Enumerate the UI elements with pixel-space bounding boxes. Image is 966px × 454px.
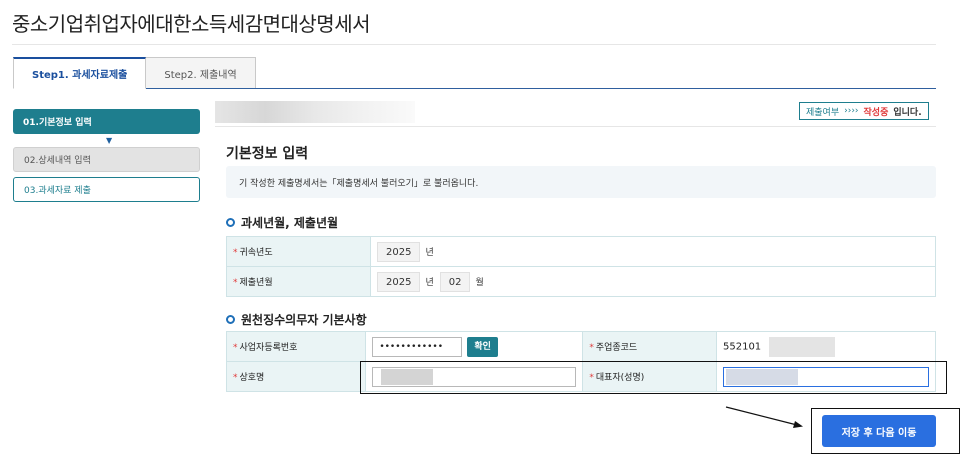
unit-year: 년 bbox=[425, 278, 434, 288]
status-state: 작성중 bbox=[863, 107, 889, 118]
confirm-button[interactable]: 확인 bbox=[467, 336, 498, 357]
label-industry-code: * 주업종코드 bbox=[582, 331, 717, 362]
period-table: * 귀속년도 2025 년 * 제출년월 2025 년 02 월 bbox=[226, 236, 936, 297]
representative-input[interactable] bbox=[723, 366, 929, 387]
label-submit-month: * 제출년월 bbox=[226, 266, 371, 297]
tab-underline bbox=[13, 88, 936, 89]
page-title: 중소기업취업자에대한소득세감면대상명세서 bbox=[12, 12, 371, 36]
notice-box: 기 작성한 제출명세서는「제출명세서 불러오기」로 불러옵니다. bbox=[226, 166, 936, 198]
value-business-no: •••••••••••• 확인 bbox=[365, 331, 584, 362]
attribution-year-field[interactable]: 2025 bbox=[377, 241, 421, 262]
status-arrows: ›››› bbox=[844, 106, 859, 116]
label-attribution-year: * 귀속년도 bbox=[226, 236, 371, 267]
value-industry-code: 552101 bbox=[716, 331, 936, 362]
submit-year-field[interactable]: 2025 bbox=[377, 271, 421, 292]
sidebar-item-detail[interactable]: 02.상세내역 입력 bbox=[13, 147, 200, 172]
status-badge: 제출여부 ›››› 작성중 입니다. bbox=[799, 102, 929, 120]
sidebar-item-basic-info[interactable]: 01.기본정보 입력 bbox=[13, 109, 200, 134]
chevron-down-icon: ▼ bbox=[106, 136, 113, 145]
redacted-industry-info bbox=[769, 336, 836, 357]
label-company-name: * 상호명 bbox=[225, 361, 367, 392]
tab-step1[interactable]: Step1. 과세자료제출 bbox=[13, 57, 147, 89]
table-row: * 귀속년도 2025 년 bbox=[226, 236, 936, 267]
value-company-name bbox=[365, 361, 584, 392]
redacted-representative bbox=[726, 368, 798, 385]
header-divider bbox=[215, 126, 936, 127]
table-row: * 제출년월 2025 년 02 월 bbox=[226, 266, 936, 297]
subsection-period: 과세년월, 제출년월 bbox=[226, 214, 338, 231]
value-attribution-year: 2025 년 bbox=[370, 236, 936, 267]
notice-text: 기 작성한 제출명세서는「제출명세서 불러오기」로 불러옵니다. bbox=[239, 178, 479, 189]
value-representative bbox=[716, 361, 936, 392]
subsection-withholder: 원천징수의무자 기본사항 bbox=[226, 311, 367, 328]
unit-year: 년 bbox=[425, 248, 434, 258]
table-row: * 상호명 * 대표자(성명) bbox=[225, 361, 936, 392]
status-suffix: 입니다. bbox=[893, 107, 922, 118]
industry-code-value: 552101 bbox=[723, 341, 762, 352]
unit-month: 월 bbox=[475, 278, 484, 288]
subsection-period-title: 과세년월, 제출년월 bbox=[241, 216, 339, 230]
company-name-input[interactable] bbox=[372, 366, 577, 387]
step-tabs: Step1. 과세자료제출 Step2. 제출내역 bbox=[13, 57, 256, 89]
tab-step2[interactable]: Step2. 제출내역 bbox=[145, 57, 256, 89]
save-next-button[interactable]: 저장 후 다음 이동 bbox=[822, 415, 936, 447]
table-row: * 사업자등록번호 •••••••••••• 확인 * 주업종코드 552101 bbox=[225, 331, 936, 362]
label-business-no: * 사업자등록번호 bbox=[225, 331, 367, 362]
withholder-table: * 사업자등록번호 •••••••••••• 확인 * 주업종코드 552101 * 상… bbox=[225, 331, 936, 392]
submit-month-field[interactable]: 02 bbox=[439, 271, 471, 292]
ring-bullet-icon bbox=[226, 315, 235, 324]
subsection-withholder-title: 원천징수의무자 기본사항 bbox=[241, 313, 367, 327]
value-submit-month: 2025 년 02 월 bbox=[370, 266, 936, 297]
ring-bullet-icon bbox=[226, 218, 235, 227]
redacted-info-bar bbox=[215, 101, 415, 123]
label-representative: * 대표자(성명) bbox=[582, 361, 717, 392]
title-divider bbox=[12, 44, 936, 45]
redacted-company-name bbox=[381, 368, 434, 385]
arrow-pointer-icon bbox=[725, 406, 803, 428]
status-prefix: 제출여부 bbox=[806, 107, 840, 118]
business-no-input[interactable]: •••••••••••• bbox=[372, 336, 463, 357]
sidebar-item-submit[interactable]: 03.과세자료 제출 bbox=[13, 177, 200, 202]
section-title-basic: 기본정보 입력 bbox=[226, 146, 309, 162]
